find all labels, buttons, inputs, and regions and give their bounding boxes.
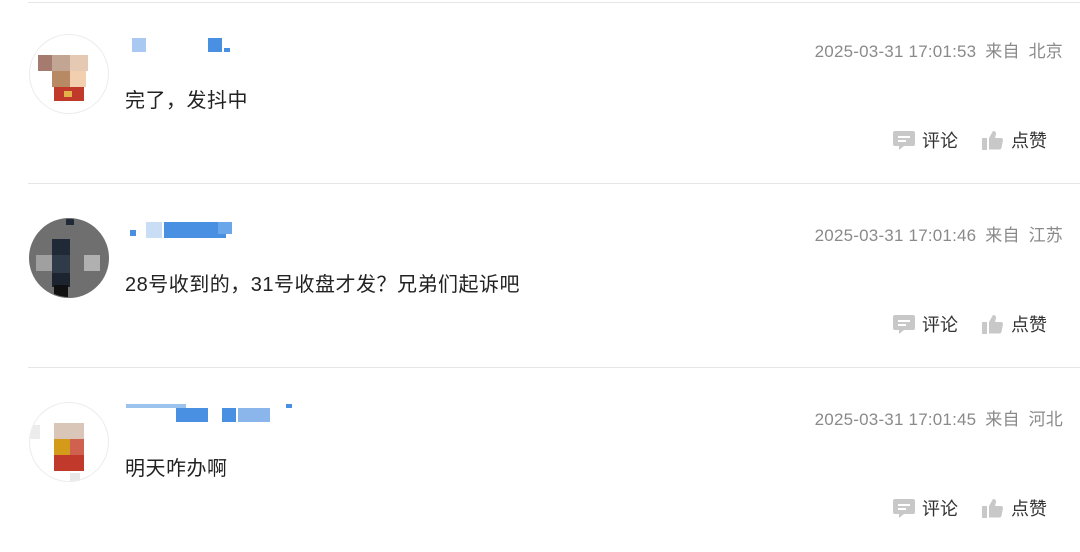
from-label: 来自 <box>985 42 1020 61</box>
thumbs-up-icon <box>982 131 1004 150</box>
from-label: 来自 <box>985 410 1020 429</box>
comment-text: 明天咋办啊 <box>125 458 228 480</box>
comment-button[interactable]: 评论 <box>892 495 958 521</box>
comment-meta: 2025-03-31 17:01:53 来自 北京 <box>815 37 1063 62</box>
comment-time: 2025-03-31 17:01:45 <box>814 410 977 429</box>
avatar[interactable] <box>29 218 109 298</box>
comment-text: 完了，发抖中 <box>125 90 248 112</box>
comment-meta: 2025-03-31 17:01:46 来自 江苏 <box>815 221 1063 246</box>
thumbs-up-icon <box>982 499 1004 518</box>
comment-text: 28号收到的，31号收盘才发？兄弟们起诉吧 <box>125 274 520 296</box>
username-blurred[interactable] <box>126 404 326 424</box>
avatar[interactable] <box>29 402 109 482</box>
comment-button[interactable]: 评论 <box>892 311 958 337</box>
username-blurred[interactable] <box>126 220 326 240</box>
like-label: 点赞 <box>1011 315 1047 335</box>
like-label: 点赞 <box>1011 499 1047 519</box>
comment-location: 河北 <box>1028 410 1063 429</box>
comment-meta: 2025-03-31 17:01:45 来自 河北 <box>815 405 1063 430</box>
comment-time: 2025-03-31 17:01:53 <box>814 42 977 61</box>
username-blurred[interactable] <box>126 36 326 56</box>
comment-button[interactable]: 评论 <box>892 127 958 153</box>
comment-location: 江苏 <box>1028 226 1063 245</box>
comment-label: 评论 <box>922 315 958 335</box>
avatar[interactable] <box>29 34 109 114</box>
speech-bubble-icon <box>893 315 915 334</box>
comment-label: 评论 <box>922 499 958 519</box>
speech-bubble-icon <box>893 499 915 518</box>
like-button[interactable]: 点赞 <box>981 495 1047 521</box>
from-label: 来自 <box>985 226 1020 245</box>
comment-item: 2025-03-31 17:01:53 来自 北京 完了，发抖中 评论 点赞 <box>0 0 1080 184</box>
comment-time: 2025-03-31 17:01:46 <box>814 226 977 245</box>
speech-bubble-icon <box>893 131 915 150</box>
comment-label: 评论 <box>922 131 958 151</box>
like-button[interactable]: 点赞 <box>981 311 1047 337</box>
comment-location: 北京 <box>1028 42 1063 61</box>
thumbs-up-icon <box>982 315 1004 334</box>
like-label: 点赞 <box>1011 131 1047 151</box>
comment-item: 2025-03-31 17:01:45 来自 河北 明天咋办啊 评论 点赞 <box>0 368 1080 552</box>
comment-item: 2025-03-31 17:01:46 来自 江苏 28号收到的，31号收盘才发… <box>0 184 1080 368</box>
like-button[interactable]: 点赞 <box>981 127 1047 153</box>
